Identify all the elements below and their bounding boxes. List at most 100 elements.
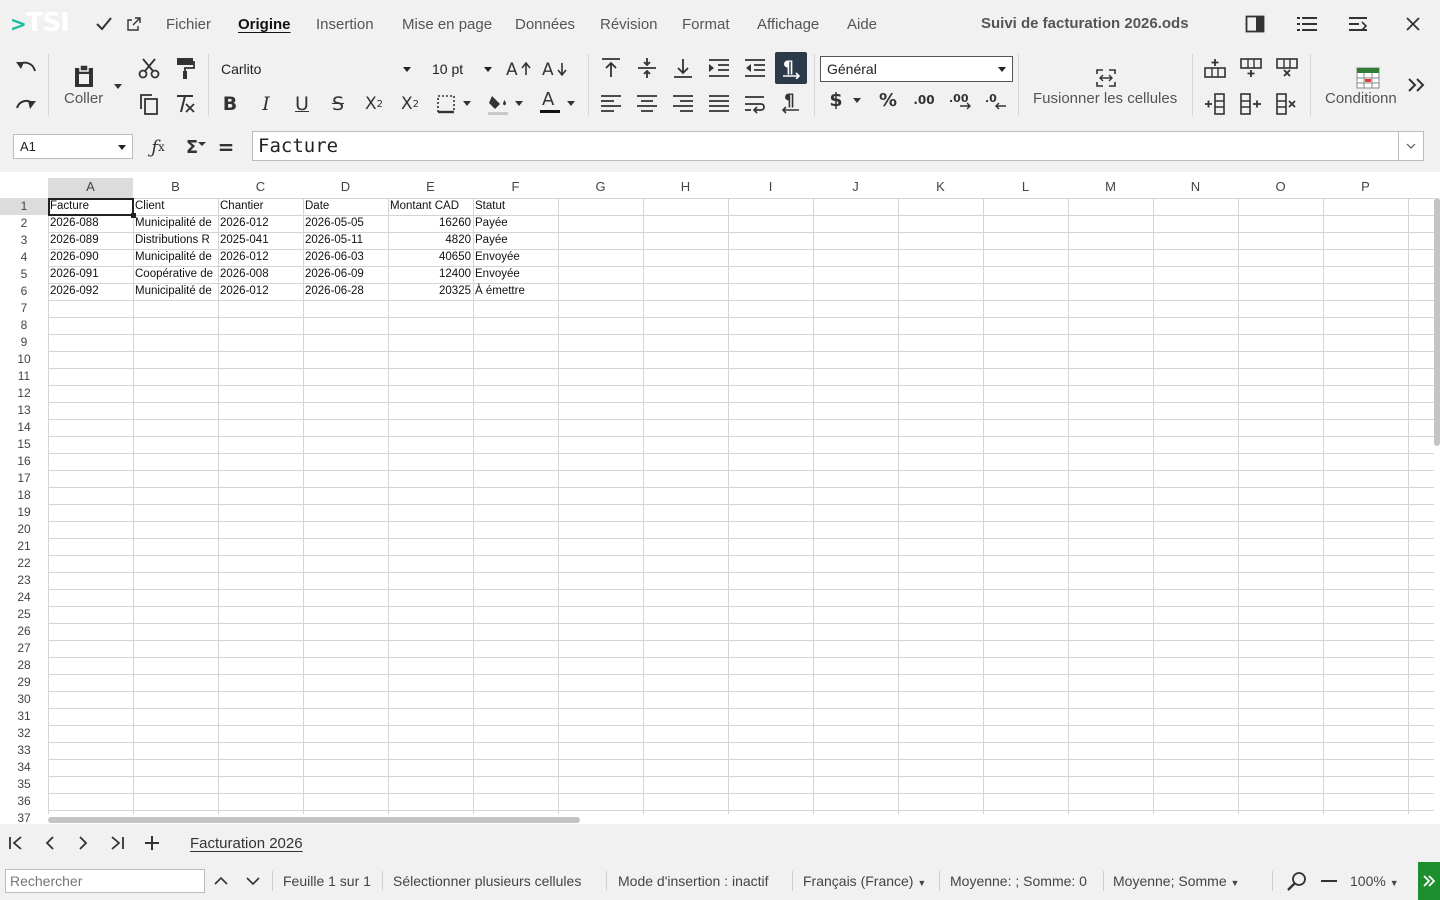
undo-icon[interactable] <box>12 54 40 82</box>
collapse-ribbon-icon[interactable] <box>1345 10 1373 38</box>
borders-dropdown-icon[interactable] <box>463 101 471 106</box>
search-down-icon[interactable] <box>239 867 267 895</box>
row-header[interactable]: 21 <box>0 538 48 555</box>
row-header[interactable]: 37 <box>0 810 48 824</box>
horizontal-scrollbar[interactable] <box>48 817 580 823</box>
delete-column-icon[interactable] <box>1273 90 1301 118</box>
header-cell[interactable]: Statut <box>473 198 558 215</box>
column-header-d[interactable]: D <box>303 178 388 198</box>
insert-column-after-icon[interactable] <box>1237 90 1265 118</box>
previous-sheet-icon[interactable] <box>36 829 64 857</box>
table-cell[interactable]: 2026-008 <box>218 266 303 283</box>
table-cell[interactable]: 2026-012 <box>218 215 303 232</box>
insert-mode[interactable]: Mode d'insertion : inactif <box>618 873 769 889</box>
column-header-h[interactable]: H <box>643 178 728 198</box>
row-header[interactable]: 31 <box>0 708 48 725</box>
table-cell[interactable]: Envoyée <box>473 266 558 283</box>
bold-icon[interactable]: B <box>216 90 244 118</box>
subscript-icon[interactable]: X2 <box>360 90 388 118</box>
align-center-vertical-icon[interactable] <box>633 54 661 82</box>
table-cell[interactable]: 2026-05-11 <box>303 232 388 249</box>
font-name-select[interactable]: Carlito <box>214 56 418 82</box>
table-cell[interactable]: 2026-092 <box>48 283 133 300</box>
table-cell[interactable]: Distributions R <box>133 232 218 249</box>
spreadsheet-grid[interactable]: ABCDEFGHIJKLMNOP 1 2 3 4 5 6 7 8 9 10 11 12 13 14 15 16… <box>0 172 1440 824</box>
italic-icon[interactable]: I <box>252 90 280 118</box>
table-cell[interactable]: 2025-041 <box>218 232 303 249</box>
menu-origine[interactable]: Origine <box>238 16 291 33</box>
menu-aide[interactable]: Aide <box>847 16 877 33</box>
row-header[interactable]: 13 <box>0 402 48 419</box>
row-header[interactable]: 9 <box>0 334 48 351</box>
decrease-indent-icon[interactable] <box>741 54 769 82</box>
row-header[interactable]: 20 <box>0 521 48 538</box>
font-size-select[interactable]: 10 pt <box>425 56 499 82</box>
check-icon[interactable] <box>90 10 118 38</box>
header-cell[interactable]: Chantier <box>218 198 303 215</box>
copy-icon[interactable] <box>135 90 163 118</box>
table-cell[interactable]: Municipalité de <box>133 283 218 300</box>
header-cell[interactable]: Date <box>303 198 388 215</box>
header-cell[interactable]: Montant CAD <box>388 198 473 215</box>
menu-affichage[interactable]: Affichage <box>757 16 819 33</box>
select-all-corner[interactable] <box>0 178 48 198</box>
row-header[interactable]: 14 <box>0 419 48 436</box>
table-cell[interactable]: 2026-091 <box>48 266 133 283</box>
table-cell[interactable]: 2026-088 <box>48 215 133 232</box>
row-header[interactable]: 5 <box>0 266 48 283</box>
next-sheet-icon[interactable] <box>69 829 97 857</box>
insert-row-above-icon[interactable] <box>1201 54 1229 82</box>
zoom-level[interactable]: 100% ▼ <box>1350 873 1399 889</box>
shrink-font-icon[interactable]: A <box>541 54 569 82</box>
row-header[interactable]: 11 <box>0 368 48 385</box>
table-cell[interactable]: 2026-012 <box>218 283 303 300</box>
stats-selector[interactable]: Moyenne; Somme ▼ <box>1113 873 1239 889</box>
fill-handle[interactable] <box>131 213 136 218</box>
number-format-decimal-icon[interactable]: .00 <box>910 86 938 114</box>
delete-row-icon[interactable] <box>1273 54 1301 82</box>
row-header[interactable]: 34 <box>0 759 48 776</box>
first-sheet-icon[interactable] <box>2 829 30 857</box>
row-header[interactable]: 25 <box>0 606 48 623</box>
header-cell[interactable]: Client <box>133 198 218 215</box>
row-header[interactable]: 17 <box>0 470 48 487</box>
list-menu-icon[interactable] <box>1293 10 1321 38</box>
merge-cells-icon[interactable] <box>1092 64 1120 92</box>
menu-format[interactable]: Format <box>682 16 730 33</box>
conditional-format-button[interactable]: Conditionn <box>1325 90 1397 107</box>
row-header[interactable]: 18 <box>0 487 48 504</box>
insert-column-before-icon[interactable] <box>1201 90 1229 118</box>
cut-icon[interactable] <box>135 54 163 82</box>
align-top-icon[interactable] <box>597 54 625 82</box>
align-right-icon[interactable] <box>669 90 697 118</box>
redo-icon[interactable] <box>12 90 40 118</box>
sum-icon[interactable]: Σ <box>178 133 206 161</box>
table-cell[interactable]: 2026-090 <box>48 249 133 266</box>
menu-donnees[interactable]: Données <box>515 16 575 33</box>
more-tools-icon[interactable] <box>1402 71 1430 99</box>
function-wizard-icon[interactable]: ƒx <box>144 133 172 161</box>
row-header[interactable]: 36 <box>0 793 48 810</box>
sidebar-toggle-icon[interactable] <box>1241 10 1269 38</box>
table-cell[interactable]: 2026-06-28 <box>303 283 388 300</box>
column-header-e[interactable]: E <box>388 178 473 198</box>
row-header[interactable]: 24 <box>0 589 48 606</box>
formatting-marks-rtl-icon[interactable]: ¶ <box>777 88 805 116</box>
conditional-format-icon[interactable] <box>1354 64 1382 92</box>
align-bottom-icon[interactable] <box>669 54 697 82</box>
superscript-icon[interactable]: X2 <box>396 90 424 118</box>
table-cell[interactable]: 2026-05-05 <box>303 215 388 232</box>
row-header[interactable]: 33 <box>0 742 48 759</box>
clear-formatting-icon[interactable] <box>171 90 199 118</box>
column-header-o[interactable]: O <box>1238 178 1323 198</box>
vertical-scrollbar[interactable] <box>1434 198 1440 446</box>
justify-icon[interactable] <box>705 90 733 118</box>
insert-row-below-icon[interactable] <box>1237 54 1265 82</box>
row-header[interactable]: 29 <box>0 674 48 691</box>
paste-button[interactable]: Coller <box>64 90 103 107</box>
sheet-tab-facturation-2026[interactable]: Facturation 2026 <box>190 835 303 852</box>
column-header-c[interactable]: C <box>218 178 303 198</box>
row-header[interactable]: 16 <box>0 453 48 470</box>
format-painter-icon[interactable] <box>171 54 199 82</box>
expand-formula-icon[interactable] <box>1398 132 1423 160</box>
